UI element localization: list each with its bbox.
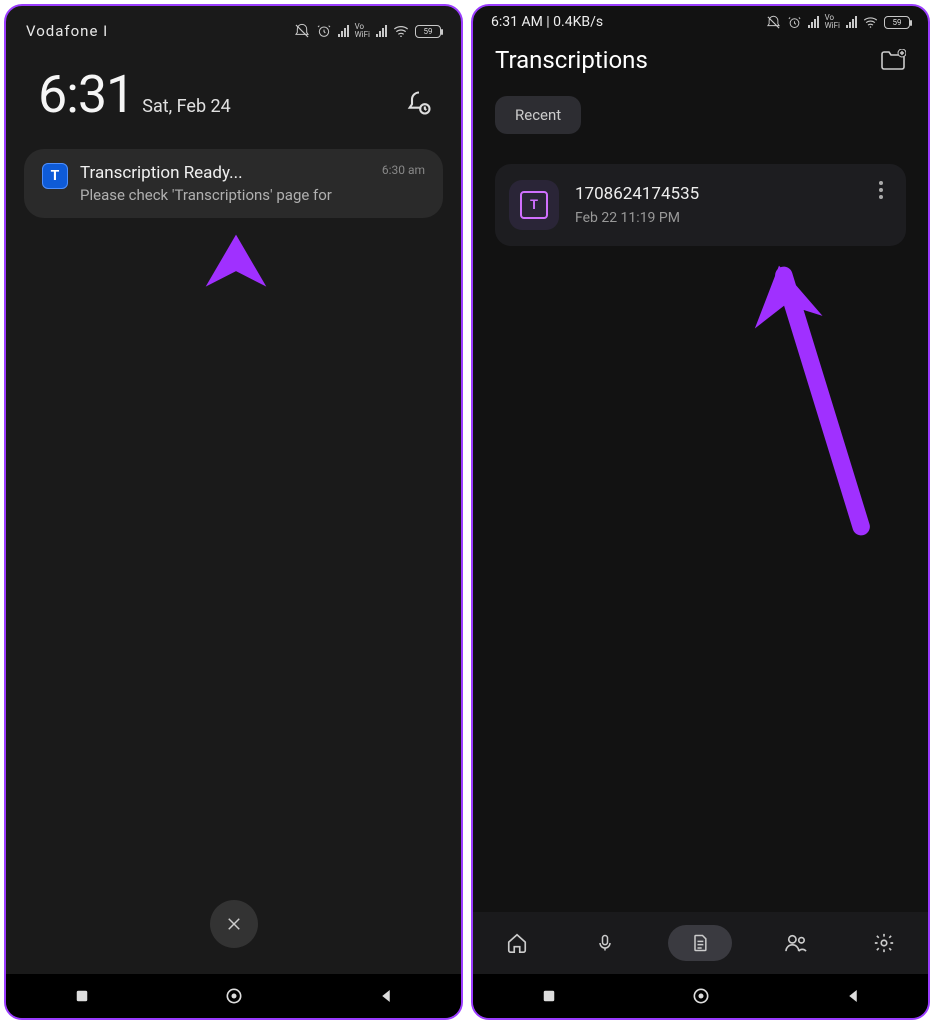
notification-settings-icon[interactable] [405, 89, 433, 117]
notification-time: 6:30 am [382, 163, 425, 177]
phone-lockscreen: Vodafone I VoWiFi 59 6:31 Sat, Feb 24 T … [4, 4, 463, 1020]
transcription-name: 1708624174535 [575, 184, 854, 204]
nav-home-icon[interactable] [691, 986, 711, 1006]
transcription-date: Feb 22 11:19 PM [575, 210, 854, 226]
filter-recent-chip[interactable]: Recent [495, 96, 581, 134]
more-vert-icon [878, 180, 884, 200]
nav-recents-icon[interactable] [73, 987, 91, 1005]
status-icons: VoWiFi 59 [294, 23, 441, 39]
close-icon [225, 915, 243, 933]
app-icon: T [42, 163, 68, 189]
tab-contacts[interactable] [772, 925, 820, 961]
dnd-icon [294, 23, 310, 39]
transcription-avatar: T [509, 180, 559, 230]
statusbar: Vodafone I VoWiFi 59 [6, 6, 461, 46]
home-icon [506, 932, 528, 954]
transcription-item[interactable]: T 1708624174535 Feb 22 11:19 PM [495, 164, 906, 246]
notification-text: Transcription Ready... Please check 'Tra… [80, 163, 370, 204]
nav-back-icon[interactable] [377, 987, 395, 1005]
people-icon [784, 933, 808, 953]
new-folder-icon[interactable] [880, 49, 906, 71]
transcription-info: 1708624174535 Feb 22 11:19 PM [575, 184, 854, 226]
nav-recents-icon[interactable] [540, 987, 558, 1005]
statusbar-left: 6:31 AM | 0.4KB/s [491, 14, 603, 30]
vowifi-icon: VoWiFi [825, 14, 840, 30]
alarm-icon [316, 23, 332, 39]
clock-date: Sat, Feb 24 [142, 96, 231, 117]
annotation-arrow [723, 256, 893, 546]
battery-icon: 59 [884, 16, 910, 29]
battery-icon: 59 [415, 25, 441, 38]
clock-time: 6:31 [38, 64, 134, 125]
statusbar: 6:31 AM | 0.4KB/s VoWiFi 59 [473, 6, 928, 34]
tab-home[interactable] [493, 925, 541, 961]
gear-icon [873, 932, 895, 954]
mic-icon [595, 932, 615, 954]
page-title: Transcriptions [495, 46, 648, 74]
tab-record[interactable] [581, 925, 629, 961]
signal-icon-2 [376, 25, 387, 37]
app-icon-letter: T [51, 168, 60, 184]
tab-settings[interactable] [860, 925, 908, 961]
clock-row: 6:31 Sat, Feb 24 [6, 46, 461, 143]
transcription-avatar-letter: T [520, 191, 548, 219]
nav-home-icon[interactable] [224, 986, 244, 1006]
signal-icon [808, 16, 819, 28]
wifi-icon [863, 16, 878, 28]
notification-body: Please check 'Transcriptions' page for [80, 186, 370, 204]
wifi-icon [393, 25, 409, 37]
signal-icon-2 [846, 16, 857, 28]
more-options-button[interactable] [870, 180, 892, 205]
phone-app-transcriptions: 6:31 AM | 0.4KB/s VoWiFi 59 Transcriptio… [471, 4, 930, 1020]
notification-card[interactable]: T Transcription Ready... Please check 'T… [24, 149, 443, 218]
page-header: Transcriptions [473, 34, 928, 84]
carrier-label: Vodafone I [26, 22, 108, 40]
vowifi-icon: VoWiFi [355, 23, 370, 39]
bottom-tab-bar [473, 912, 928, 974]
dnd-icon [766, 15, 781, 30]
android-navbar [473, 974, 928, 1018]
filter-label: Recent [515, 106, 561, 124]
document-icon [690, 932, 710, 954]
annotation-arrow [136, 226, 336, 486]
alarm-icon [787, 15, 802, 30]
clear-notifications-button[interactable] [210, 900, 258, 948]
tab-transcriptions[interactable] [668, 925, 732, 961]
signal-icon [338, 25, 349, 37]
status-icons: VoWiFi 59 [766, 14, 910, 30]
notification-title: Transcription Ready... [80, 163, 370, 183]
nav-back-icon[interactable] [844, 987, 862, 1005]
android-navbar [6, 974, 461, 1018]
